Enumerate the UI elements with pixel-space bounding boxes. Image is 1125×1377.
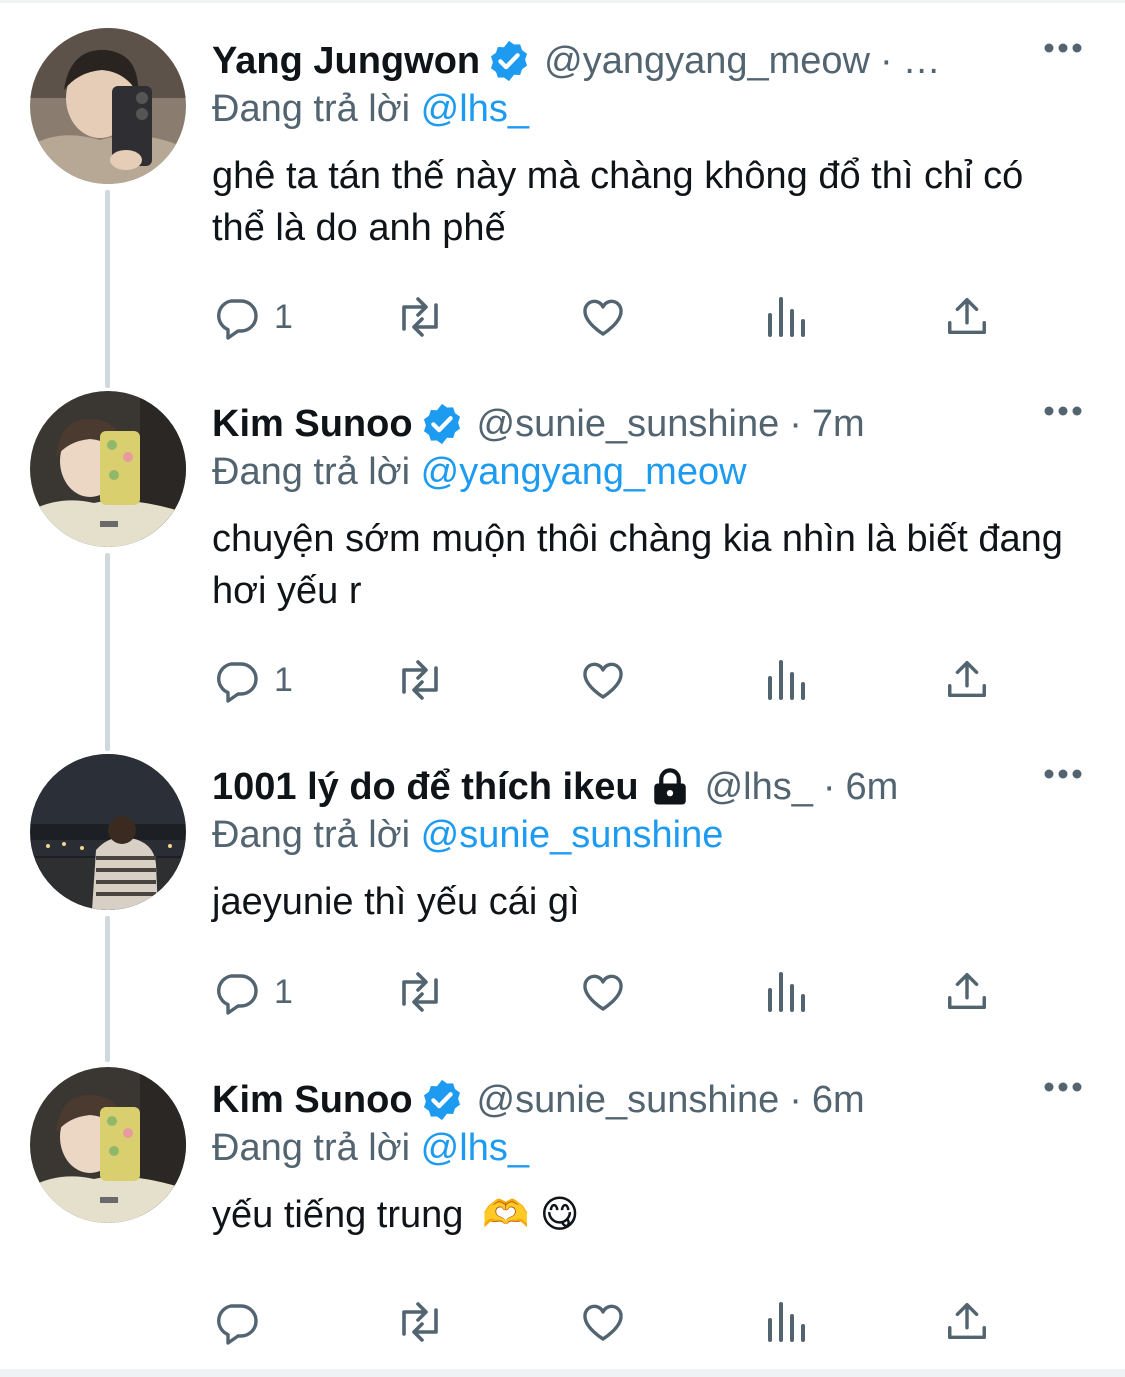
reply-context: Đang trả lời @sunie_sunshine bbox=[212, 814, 723, 857]
reply-count: 1 bbox=[274, 660, 293, 699]
timestamp[interactable]: 6m bbox=[846, 766, 899, 809]
retweet-button[interactable] bbox=[392, 1297, 448, 1347]
share-button[interactable] bbox=[944, 655, 990, 705]
bar-chart-icon bbox=[768, 297, 805, 337]
share-upload-icon bbox=[948, 973, 986, 1010]
tweet-text: jaeyunie thì yếu cái gì bbox=[212, 881, 580, 923]
reply-button[interactable]: 1 bbox=[212, 967, 293, 1017]
more-dots-icon[interactable] bbox=[1043, 1079, 1083, 1095]
more-dots-icon[interactable] bbox=[1043, 403, 1083, 419]
reply-context: Đang trả lời @yangyang_meow bbox=[212, 451, 747, 494]
reply-count: 1 bbox=[274, 297, 293, 336]
reply-prefix: Đang trả lời bbox=[212, 814, 411, 856]
reply-button[interactable]: 1 bbox=[212, 655, 293, 705]
share-upload-icon bbox=[948, 298, 986, 335]
bar-chart-icon bbox=[768, 660, 805, 700]
views-button[interactable] bbox=[764, 1297, 808, 1347]
timestamp[interactable]: 6m bbox=[812, 1079, 865, 1122]
views-button[interactable] bbox=[764, 292, 808, 342]
avatar[interactable] bbox=[30, 28, 186, 184]
views-button[interactable] bbox=[764, 655, 808, 705]
retweet-icon bbox=[402, 297, 438, 337]
reply-mention-link[interactable]: @lhs_ bbox=[421, 88, 529, 130]
handle[interactable]: @yangyang_meow bbox=[544, 40, 870, 83]
speech-bubble-icon bbox=[217, 1304, 258, 1345]
more-dots-icon[interactable] bbox=[1043, 766, 1083, 782]
verified-badge-icon bbox=[419, 1077, 465, 1123]
share-upload-icon bbox=[948, 1303, 986, 1340]
handle[interactable]: @lhs_ bbox=[705, 766, 813, 809]
reply-prefix: Đang trả lời bbox=[212, 88, 411, 130]
heart-icon bbox=[583, 662, 623, 699]
heart-icon bbox=[583, 299, 623, 336]
reply-mention-link[interactable]: @lhs_ bbox=[421, 1127, 529, 1169]
reply-mention-link[interactable]: @sunie_sunshine bbox=[421, 814, 724, 856]
verified-badge-icon bbox=[486, 38, 532, 84]
retweet-icon bbox=[402, 972, 438, 1012]
tweet-text: chuyện sớm muộn thôi chàng kia nhìn là b… bbox=[212, 518, 1063, 612]
retweet-icon bbox=[402, 1302, 438, 1342]
heart-icon bbox=[583, 974, 623, 1011]
display-name[interactable]: Kim Sunoo bbox=[212, 1079, 413, 1122]
display-name[interactable]: Kim Sunoo bbox=[212, 403, 413, 446]
reply-context: Đang trả lời @lhs_ bbox=[212, 1127, 529, 1170]
tweet-emoji: 🫶 😋 bbox=[481, 1194, 580, 1236]
action-bar: 1 bbox=[212, 292, 1012, 342]
separator: · bbox=[822, 765, 836, 808]
reply-mention-link[interactable]: @yangyang_meow bbox=[421, 451, 747, 493]
bar-chart-icon bbox=[768, 972, 805, 1012]
retweet-icon bbox=[402, 660, 438, 700]
bottom-divider bbox=[0, 1369, 1125, 1377]
share-button[interactable] bbox=[944, 292, 990, 342]
reply-prefix: Đang trả lời bbox=[212, 451, 411, 493]
like-button[interactable] bbox=[578, 655, 628, 705]
reply-button[interactable]: 1 bbox=[212, 292, 293, 342]
display-name[interactable]: 1001 lý do để thích ikeu bbox=[212, 766, 639, 809]
separator: · bbox=[880, 39, 893, 82]
speech-bubble-icon bbox=[217, 662, 258, 703]
tweet[interactable]: Kim Sunoo @sunie_sunshine · 6m Đang trả … bbox=[0, 1039, 1125, 1369]
tweet[interactable]: Kim Sunoo @sunie_sunshine · 7m Đang trả … bbox=[0, 363, 1125, 726]
retweet-button[interactable] bbox=[392, 292, 448, 342]
like-button[interactable] bbox=[578, 1297, 628, 1347]
views-button[interactable] bbox=[764, 967, 808, 1017]
tweet-text: yếu tiếng trung bbox=[212, 1194, 464, 1236]
handle[interactable]: @sunie_sunshine bbox=[477, 1079, 780, 1122]
tweet[interactable]: Yang Jungwon @yangyang_meow · … Đang trả… bbox=[0, 0, 1125, 363]
verified-badge-icon bbox=[419, 401, 465, 447]
avatar[interactable] bbox=[30, 391, 186, 547]
more-dots-icon[interactable] bbox=[1043, 40, 1083, 56]
tweet-text: ghê ta tán thế này mà chàng không đổ thì… bbox=[212, 155, 1024, 249]
avatar[interactable] bbox=[30, 1067, 186, 1223]
separator: · bbox=[789, 402, 802, 445]
reply-count: 1 bbox=[274, 972, 293, 1011]
retweet-button[interactable] bbox=[392, 967, 448, 1017]
handle[interactable]: @sunie_sunshine bbox=[477, 403, 780, 446]
action-bar: 1 bbox=[212, 967, 1012, 1017]
timestamp[interactable]: … bbox=[903, 40, 941, 83]
tweet[interactable]: 1001 lý do để thích ikeu @lhs_ · 6m Đang… bbox=[0, 726, 1125, 1039]
heart-icon bbox=[583, 1304, 623, 1341]
lock-icon bbox=[649, 766, 691, 808]
separator: · bbox=[789, 1078, 802, 1121]
action-bar: 1 bbox=[212, 655, 1012, 705]
like-button[interactable] bbox=[578, 967, 628, 1017]
action-bar bbox=[212, 1297, 1012, 1347]
share-upload-icon bbox=[948, 661, 986, 698]
bar-chart-icon bbox=[768, 1302, 805, 1342]
speech-bubble-icon bbox=[217, 974, 258, 1015]
retweet-button[interactable] bbox=[392, 655, 448, 705]
tweet-text-container: yếu tiếng trung 🫶 😋 bbox=[212, 1189, 1072, 1241]
speech-bubble-icon bbox=[217, 299, 258, 340]
like-button[interactable] bbox=[578, 292, 628, 342]
share-button[interactable] bbox=[944, 1297, 990, 1347]
reply-prefix: Đang trả lời bbox=[212, 1127, 411, 1169]
reply-context: Đang trả lời @lhs_ bbox=[212, 88, 529, 131]
display-name[interactable]: Yang Jungwon bbox=[212, 40, 480, 83]
avatar[interactable] bbox=[30, 754, 186, 910]
timestamp[interactable]: 7m bbox=[812, 403, 865, 446]
share-button[interactable] bbox=[944, 967, 990, 1017]
reply-button[interactable] bbox=[212, 1297, 274, 1347]
